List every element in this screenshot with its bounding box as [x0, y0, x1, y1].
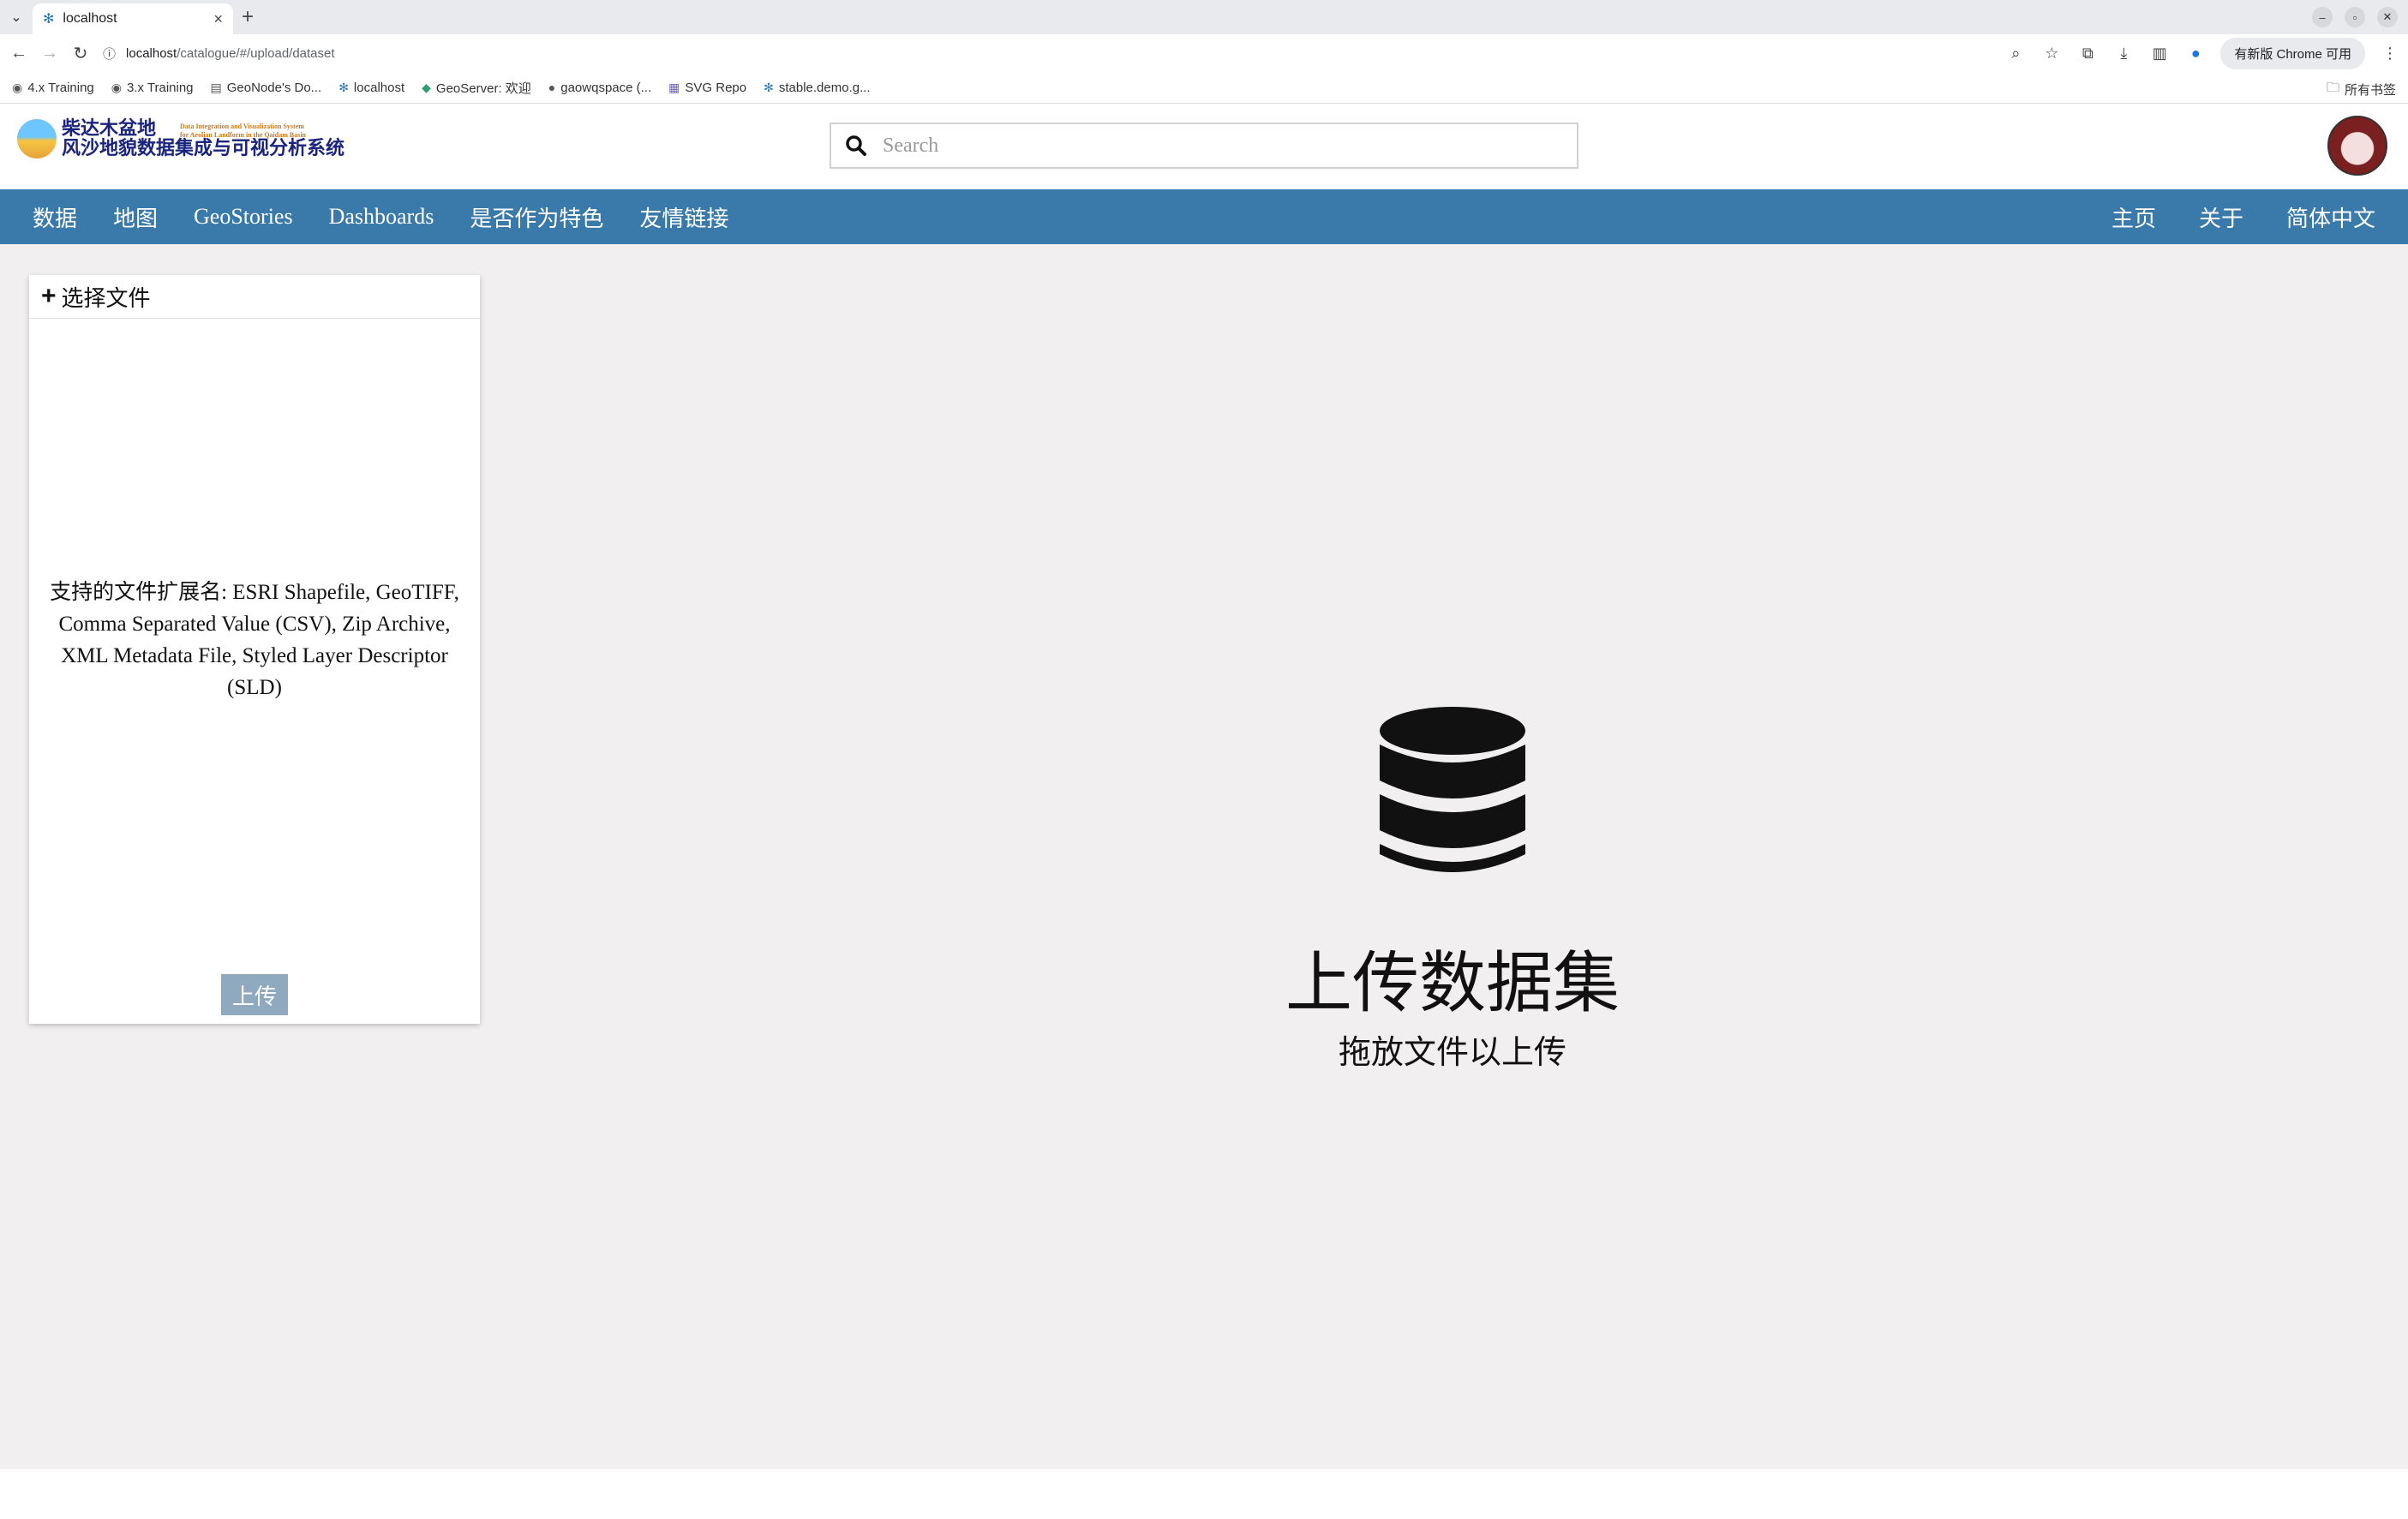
logo-title-line2: 风沙地貌数据集成与可视分析系统: [62, 138, 345, 160]
nav-item-geostories[interactable]: GeoStories: [194, 204, 293, 230]
page-footer-strip: [0, 1469, 2408, 1519]
bookmark-item[interactable]: ▦ SVG Repo: [668, 81, 746, 95]
window-controls: – ▫ ✕: [2312, 7, 2398, 27]
bookmark-item[interactable]: ● gaowqspace (...: [548, 81, 651, 95]
bookmark-star-icon[interactable]: ☆: [2040, 45, 2063, 63]
extensions-icon[interactable]: ⧉: [2076, 45, 2099, 63]
back-icon[interactable]: ←: [3, 38, 34, 69]
bookmark-favicon-icon: ◆: [422, 80, 431, 94]
drop-zone-subtitle: 拖放文件以上传: [1338, 1033, 1566, 1071]
tab-title: localhost: [63, 11, 117, 26]
bookmark-favicon-icon: ✻: [338, 80, 349, 94]
side-panel-icon[interactable]: ▥: [2148, 45, 2171, 63]
nav-right: 主页 关于 简体中文: [2111, 189, 2375, 244]
nav-item-home[interactable]: 主页: [2111, 201, 2156, 233]
minimize-icon[interactable]: –: [2312, 7, 2333, 27]
database-icon: [1380, 707, 1525, 872]
plus-icon: +: [41, 282, 57, 310]
nav-item-maps[interactable]: 地图: [113, 201, 158, 233]
restore-icon[interactable]: ▫: [2345, 7, 2365, 27]
upload-panel: + 选择文件 支持的文件扩展名: ESRI Shapefile, GeoTIFF…: [29, 275, 480, 1024]
upload-button[interactable]: 上传: [221, 974, 288, 1015]
url-host: localhost: [126, 45, 177, 61]
all-bookmarks[interactable]: 🗀 所有书签: [2327, 79, 2396, 100]
main-navbar: 数据 地图 GeoStories Dashboards 是否作为特色 友情链接 …: [0, 189, 2408, 244]
logo-title-line1: 柴达木盆地: [62, 118, 157, 140]
address-bar[interactable]: ⓘ localhost/catalogue/#/upload/dataset: [103, 38, 2040, 69]
profile-icon[interactable]: ●: [2184, 45, 2207, 63]
drop-zone[interactable]: 上传数据集 拖放文件以上传: [1217, 707, 1688, 1084]
chrome-update-button[interactable]: 有新版 Chrome 可用: [2220, 37, 2365, 69]
download-icon[interactable]: ⤓: [2112, 45, 2135, 63]
chrome-menu-icon[interactable]: ⋮: [2379, 45, 2401, 63]
browser-tabstrip: ⌄ ✻ localhost × + – ▫ ✕: [0, 0, 2408, 34]
drop-zone-title: 上传数据集: [1285, 945, 1620, 1022]
bookmark-favicon-icon: ✻: [764, 80, 774, 94]
github-icon: ●: [548, 81, 556, 94]
site-logo[interactable]: 柴达木盆地 Data Integration and Visualization…: [17, 119, 344, 158]
tab-favicon-icon: ✻: [43, 12, 55, 27]
reload-icon[interactable]: ↻: [65, 38, 96, 69]
search-bar: [830, 123, 1578, 169]
bookmark-item[interactable]: ◉ 4.x Training: [12, 81, 94, 95]
language-selector[interactable]: 简体中文: [2286, 201, 2375, 233]
site-header: 柴达木盆地 Data Integration and Visualization…: [0, 104, 2408, 189]
search-input[interactable]: [881, 126, 1577, 165]
bookmark-item[interactable]: ✻ stable.demo.g...: [764, 81, 870, 95]
bookmark-item[interactable]: ◉ 3.x Training: [111, 81, 194, 95]
bookmark-item[interactable]: ✻ localhost: [338, 81, 404, 95]
nav-item-links[interactable]: 友情链接: [639, 201, 728, 233]
site-info-icon[interactable]: ⓘ: [103, 45, 116, 63]
bookmarks-bar: ◉ 4.x Training ◉ 3.x Training ▤ GeoNode's D…: [0, 72, 2408, 104]
logo-emblem-icon: [17, 119, 57, 159]
tab-close-icon[interactable]: ×: [213, 10, 223, 28]
folder-icon: 🗀: [2326, 81, 2339, 95]
nav-item-featured[interactable]: 是否作为特色: [470, 201, 603, 233]
choose-file-label: 选择文件: [61, 284, 151, 311]
bookmark-favicon-icon: ▦: [668, 80, 680, 94]
user-avatar[interactable]: [2327, 116, 2387, 176]
bookmark-item[interactable]: ◆ GeoServer: 欢迎: [422, 79, 531, 97]
url-path: /catalogue/#/upload/dataset: [177, 45, 335, 61]
nav-left: 数据 地图 GeoStories Dashboards 是否作为特色 友情链接: [33, 189, 728, 244]
toolbar-actions: ⌕ ☆ ⧉ ⤓ ▥ ● 有新版 Chrome 可用 ⋮: [2004, 37, 2401, 69]
nav-item-data[interactable]: 数据: [33, 201, 77, 233]
new-tab-button[interactable]: +: [242, 5, 254, 29]
bookmark-item[interactable]: ▤ GeoNode's Do...: [211, 81, 322, 95]
search-icon[interactable]: [831, 135, 881, 157]
nav-item-about[interactable]: 关于: [2199, 201, 2243, 233]
logo-subtitle-en: Data Integration and Visualization Syste…: [180, 122, 306, 139]
zoom-icon[interactable]: ⌕: [2004, 45, 2027, 63]
upload-page: + 选择文件 支持的文件扩展名: ESRI Shapefile, GeoTIFF…: [0, 244, 2408, 1469]
browser-tab[interactable]: ✻ localhost ×: [33, 3, 233, 34]
forward-icon[interactable]: →: [34, 38, 65, 69]
supported-extensions-text: 支持的文件扩展名: ESRI Shapefile, GeoTIFF, Comma…: [50, 581, 459, 699]
browser-toolbar: ← → ↻ ⓘ localhost/catalogue/#/upload/dat…: [0, 34, 2408, 72]
bookmark-favicon-icon: ◉: [12, 80, 23, 94]
close-window-icon[interactable]: ✕: [2377, 7, 2398, 27]
choose-file-button[interactable]: + 选择文件: [29, 275, 480, 319]
nav-item-dashboards[interactable]: Dashboards: [329, 204, 434, 230]
tab-search-chevron-icon[interactable]: ⌄: [5, 6, 27, 28]
bookmark-favicon-icon: ▤: [210, 80, 222, 94]
bookmark-favicon-icon: ◉: [111, 80, 122, 94]
